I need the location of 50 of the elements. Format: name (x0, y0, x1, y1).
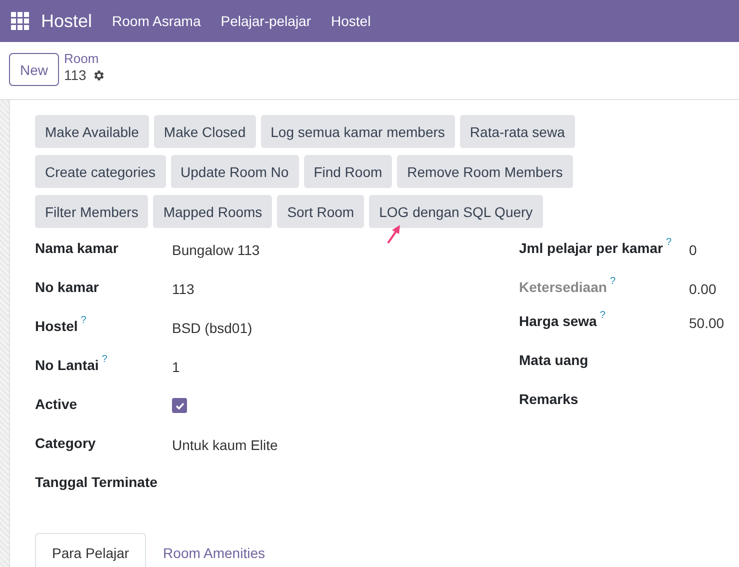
action-button[interactable]: Filter Members (35, 195, 148, 228)
annotation-arrow (386, 224, 402, 244)
action-button[interactable]: Mapped Rooms (153, 195, 272, 228)
menu-item[interactable]: Pelajar-pelajar (220, 13, 312, 29)
checkmark-icon (174, 400, 184, 410)
tab[interactable]: Room Amenities (146, 533, 282, 567)
new-button[interactable]: New (9, 53, 60, 86)
field-label: Nama kamar (35, 240, 118, 256)
help-mark[interactable]: ? (80, 315, 86, 326)
settings-icon[interactable] (92, 68, 106, 82)
field-label: Category (35, 435, 96, 451)
field-label: Ketersediaan (519, 279, 607, 295)
action-button[interactable]: Sort Room (277, 195, 364, 228)
field-label: Remarks (519, 391, 578, 407)
action-button[interactable]: Make Closed (154, 115, 256, 148)
field-value: 1 (172, 359, 180, 375)
field-label: Hostel (35, 318, 78, 334)
app-name[interactable]: Hostel (41, 10, 92, 32)
field-value: Bungalow 113 (172, 242, 260, 258)
field-value: 0 (689, 242, 697, 258)
field-label: Harga sewa (519, 313, 597, 329)
field-label: Active (35, 396, 78, 412)
field-label: No kamar (35, 279, 99, 295)
field-label: Jml pelajar per kamar (519, 240, 663, 256)
tab[interactable]: Para Pelajar (35, 533, 146, 567)
help-mark[interactable]: ? (666, 237, 672, 248)
action-button[interactable]: Find Room (304, 155, 392, 188)
field-label: No Lantai (35, 357, 99, 373)
menu-item[interactable]: Hostel (331, 13, 371, 29)
field-value: Untuk kaum Elite (172, 437, 278, 453)
action-button[interactable]: Make Available (35, 115, 149, 148)
breadcrumb-link[interactable]: Room (64, 51, 106, 67)
field-label: Tanggal Terminate (35, 474, 158, 490)
action-button[interactable]: LOG dengan SQL Query (369, 195, 543, 228)
field-value: 50.00 (689, 315, 724, 331)
action-button[interactable]: Create categories (35, 155, 166, 188)
apps-menu-icon[interactable] (11, 12, 29, 30)
action-button[interactable]: Update Room No (170, 155, 299, 188)
field-value: 113 (172, 281, 194, 297)
help-mark[interactable]: ? (600, 310, 606, 321)
menu-item[interactable]: Room Asrama (112, 13, 201, 29)
action-button[interactable]: Log semua kamar members (260, 115, 455, 148)
action-button[interactable]: Rata-rata sewa (460, 115, 575, 148)
field-value: BSD (bsd01) (172, 320, 252, 336)
field-label: Mata uang (519, 352, 588, 368)
checkbox[interactable] (172, 398, 187, 413)
field-value: 0.00 (689, 281, 716, 297)
action-button[interactable]: Remove Room Members (397, 155, 573, 188)
help-mark[interactable]: ? (102, 354, 108, 365)
record-name: 113 (64, 67, 86, 83)
